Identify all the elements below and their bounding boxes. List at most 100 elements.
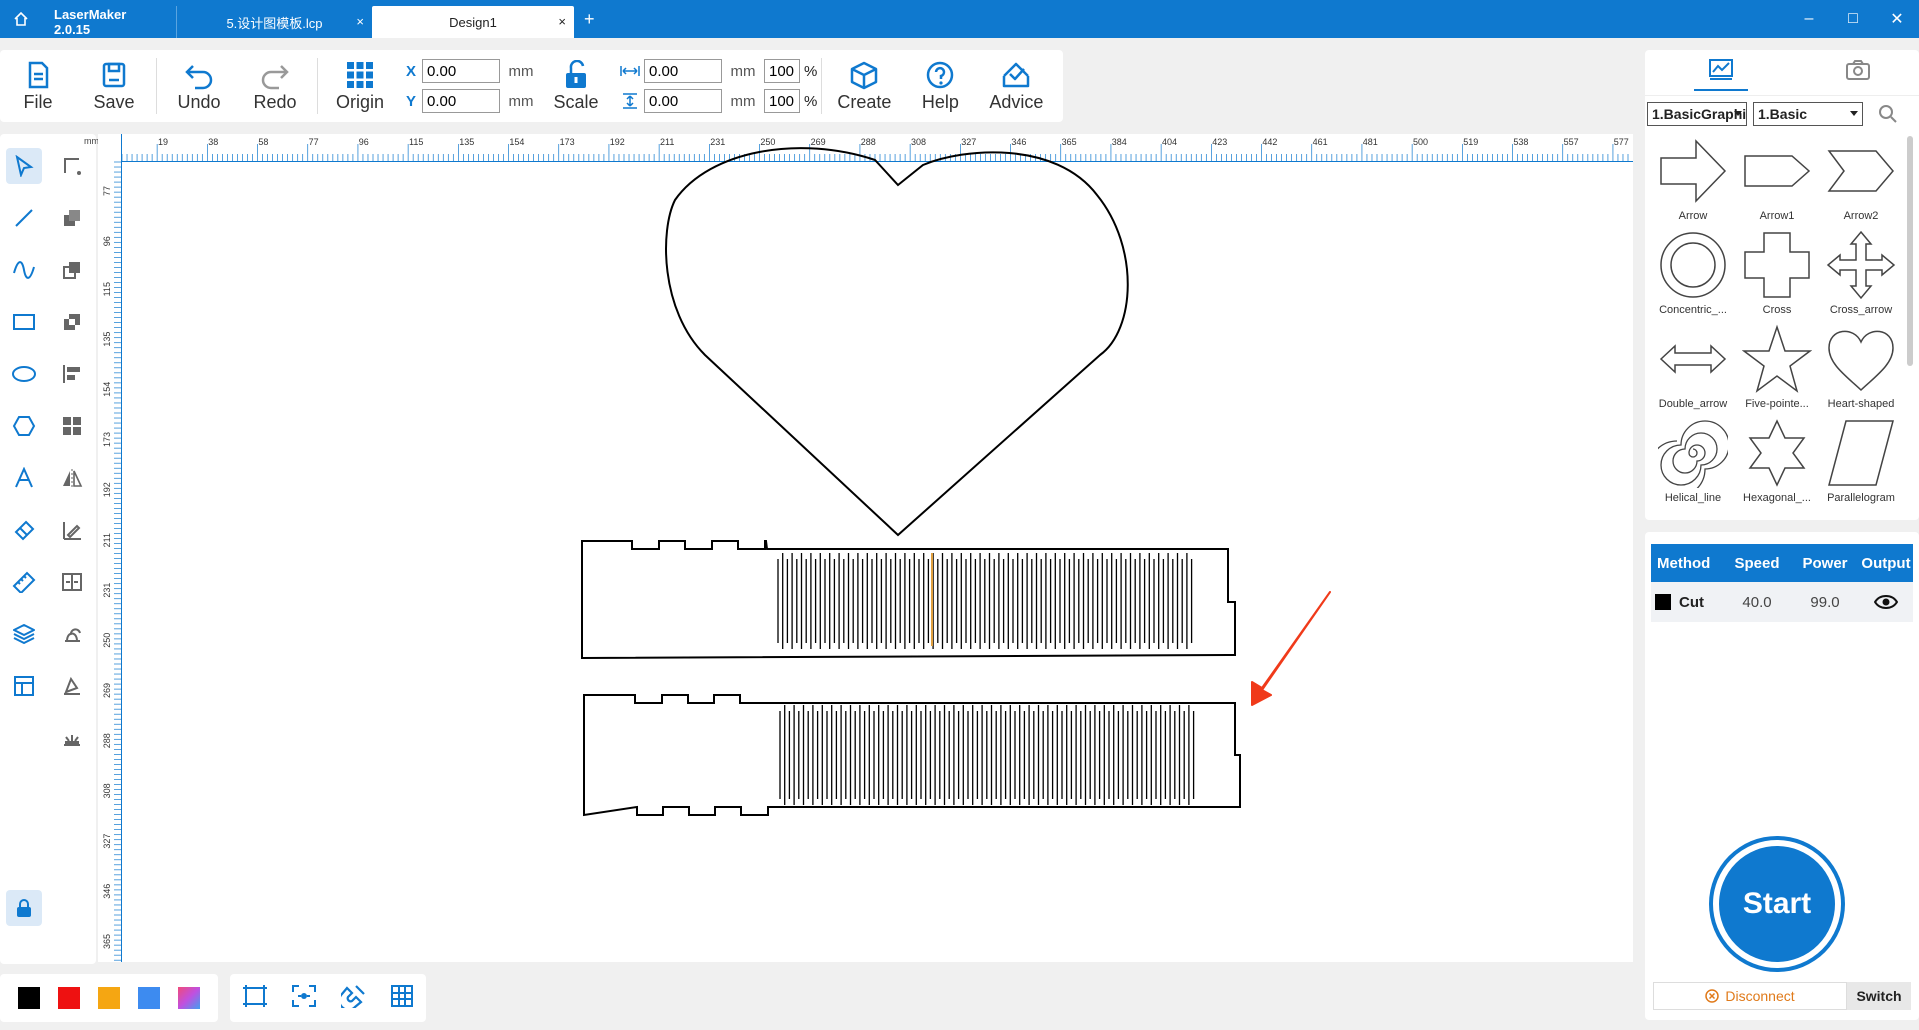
save-button[interactable]: Save	[76, 50, 152, 122]
switch-button[interactable]: Switch	[1847, 982, 1911, 1010]
subcategory-select[interactable]: 1.Basic	[1753, 102, 1863, 126]
origin-button[interactable]: Origin	[322, 50, 398, 122]
shape-item-five-star[interactable]: Five-pointe...	[1735, 324, 1819, 418]
shape-item-hex-star[interactable]: Hexagonal_...	[1735, 418, 1819, 511]
start-button[interactable]: Start	[1713, 840, 1841, 968]
layer-row[interactable]: Cut 40.0 99.0	[1651, 582, 1913, 622]
toolbar-divider	[156, 58, 157, 114]
shape-label: Parallelogram	[1827, 492, 1895, 504]
close-button[interactable]: ✕	[1875, 0, 1919, 38]
width-percent-input[interactable]	[764, 59, 800, 83]
ruler-label: 481	[1363, 137, 1378, 147]
layer-method[interactable]: Cut	[1671, 594, 1723, 611]
height-percent-input[interactable]	[764, 89, 800, 113]
minimize-button[interactable]: –	[1787, 0, 1831, 38]
array-icon[interactable]	[54, 408, 90, 444]
fit-frame-icon[interactable]	[242, 984, 268, 1013]
category-select[interactable]: 1.BasicGraphic	[1647, 102, 1747, 126]
x-label: X	[405, 62, 416, 80]
weld-icon[interactable]	[54, 616, 90, 652]
disconnect-button[interactable]: Disconnect	[1653, 982, 1847, 1010]
speed-header: Speed	[1734, 554, 1780, 572]
height-input[interactable]	[644, 89, 722, 113]
magnet-snap-icon[interactable]	[337, 984, 367, 1013]
subtract-icon[interactable]	[54, 252, 90, 288]
focus-selection-icon[interactable]	[291, 984, 317, 1013]
shape-item-heart[interactable]: Heart-shaped	[1819, 324, 1901, 418]
color-swatch-orange[interactable]	[98, 987, 120, 1009]
layers-icon[interactable]	[6, 616, 42, 652]
scale-button[interactable]: Scale	[538, 50, 614, 122]
laser-effect-icon[interactable]	[54, 720, 90, 756]
select-tool-icon[interactable]	[6, 148, 42, 184]
width-input[interactable]	[644, 59, 722, 83]
mirror-icon[interactable]	[54, 460, 90, 496]
tab-template-file[interactable]: 5.设计图模板.lcp ×	[176, 6, 372, 38]
line-tool-icon[interactable]	[6, 200, 42, 236]
shape-item-parallelogram[interactable]: Parallelogram	[1819, 418, 1901, 511]
redo-button[interactable]: Redo	[237, 50, 313, 122]
shape-label: Arrow2	[1843, 210, 1879, 222]
shape-item-arrow[interactable]: Arrow	[1651, 136, 1735, 230]
shape-item-helical[interactable]: Helical_line	[1651, 418, 1735, 511]
shape-filters: 1.BasicGraphic 1.Basic	[1647, 102, 1899, 126]
intersect-icon[interactable]	[54, 304, 90, 340]
color-swatch-red[interactable]	[58, 987, 80, 1009]
width-icon	[620, 66, 640, 76]
trace-icon[interactable]	[54, 512, 90, 548]
layout-icon[interactable]	[6, 668, 42, 704]
pen-path-icon[interactable]	[54, 668, 90, 704]
shape-item-cross-arrow[interactable]: Cross_arrow	[1819, 230, 1901, 324]
shape-label: Five-pointe...	[1745, 398, 1809, 410]
file-button[interactable]: File	[0, 50, 76, 122]
shape-item-concentric[interactable]: Concentric_...	[1651, 230, 1735, 324]
advice-button[interactable]: Advice	[978, 50, 1054, 122]
edit-node-tool-icon[interactable]	[54, 148, 90, 184]
shape-item-arrow1[interactable]: Arrow1	[1735, 136, 1819, 230]
tab-design1[interactable]: Design1 ×	[372, 6, 574, 38]
advice-label: Advice	[989, 91, 1044, 112]
maximize-button[interactable]: □	[1831, 0, 1875, 38]
shape-item-double-arrow[interactable]: Double_arrow	[1651, 324, 1735, 418]
design-canvas[interactable]	[98, 134, 1633, 962]
camera-tab-icon[interactable]	[1845, 59, 1871, 86]
tab-close-icon[interactable]: ×	[558, 14, 566, 29]
create-button[interactable]: Create	[826, 50, 902, 122]
shape-item-arrow2[interactable]: Arrow2	[1819, 136, 1901, 230]
add-tab-button[interactable]: +	[584, 9, 595, 30]
polygon-tool-icon[interactable]	[6, 408, 42, 444]
ellipse-tool-icon[interactable]	[6, 356, 42, 392]
y-position-input[interactable]	[422, 89, 500, 113]
align-icon[interactable]	[54, 356, 90, 392]
eye-icon[interactable]	[1859, 594, 1913, 610]
measure-tool-icon[interactable]	[6, 564, 42, 600]
eraser-tool-icon[interactable]	[6, 512, 42, 548]
undo-button[interactable]: Undo	[161, 50, 237, 122]
tab-close-icon[interactable]: ×	[356, 14, 364, 29]
text-tool-icon[interactable]	[6, 460, 42, 496]
ruler-label: 58	[258, 137, 268, 147]
rectangle-tool-icon[interactable]	[6, 304, 42, 340]
redo-label: Redo	[253, 91, 297, 112]
shape-list-scrollbar[interactable]	[1907, 136, 1913, 366]
layer-speed[interactable]: 40.0	[1723, 594, 1791, 611]
curve-tool-icon[interactable]	[6, 252, 42, 288]
x-position-input[interactable]	[422, 59, 500, 83]
color-swatch-blue[interactable]	[138, 987, 160, 1009]
grid-toggle-icon[interactable]	[390, 984, 414, 1013]
layer-power[interactable]: 99.0	[1791, 594, 1859, 611]
split-icon[interactable]	[54, 564, 90, 600]
color-swatch-black[interactable]	[18, 987, 40, 1009]
home-icon[interactable]	[0, 0, 42, 38]
lock-icon[interactable]	[6, 890, 42, 926]
shape-item-cross[interactable]: Cross	[1735, 230, 1819, 324]
layer-color-swatch[interactable]	[1655, 594, 1671, 610]
ruler-label: 346	[1011, 137, 1026, 147]
color-swatch-gradient[interactable]	[178, 987, 200, 1009]
top-ruler: mm 19 38 58 77 96 115 135 154 173 192 211 231 250 269…	[84, 134, 1633, 162]
help-button[interactable]: Help	[902, 50, 978, 122]
search-icon[interactable]	[1877, 103, 1899, 125]
union-icon[interactable]	[54, 200, 90, 236]
unit-label: mm	[508, 92, 534, 110]
shapes-tab-icon[interactable]	[1693, 54, 1748, 91]
